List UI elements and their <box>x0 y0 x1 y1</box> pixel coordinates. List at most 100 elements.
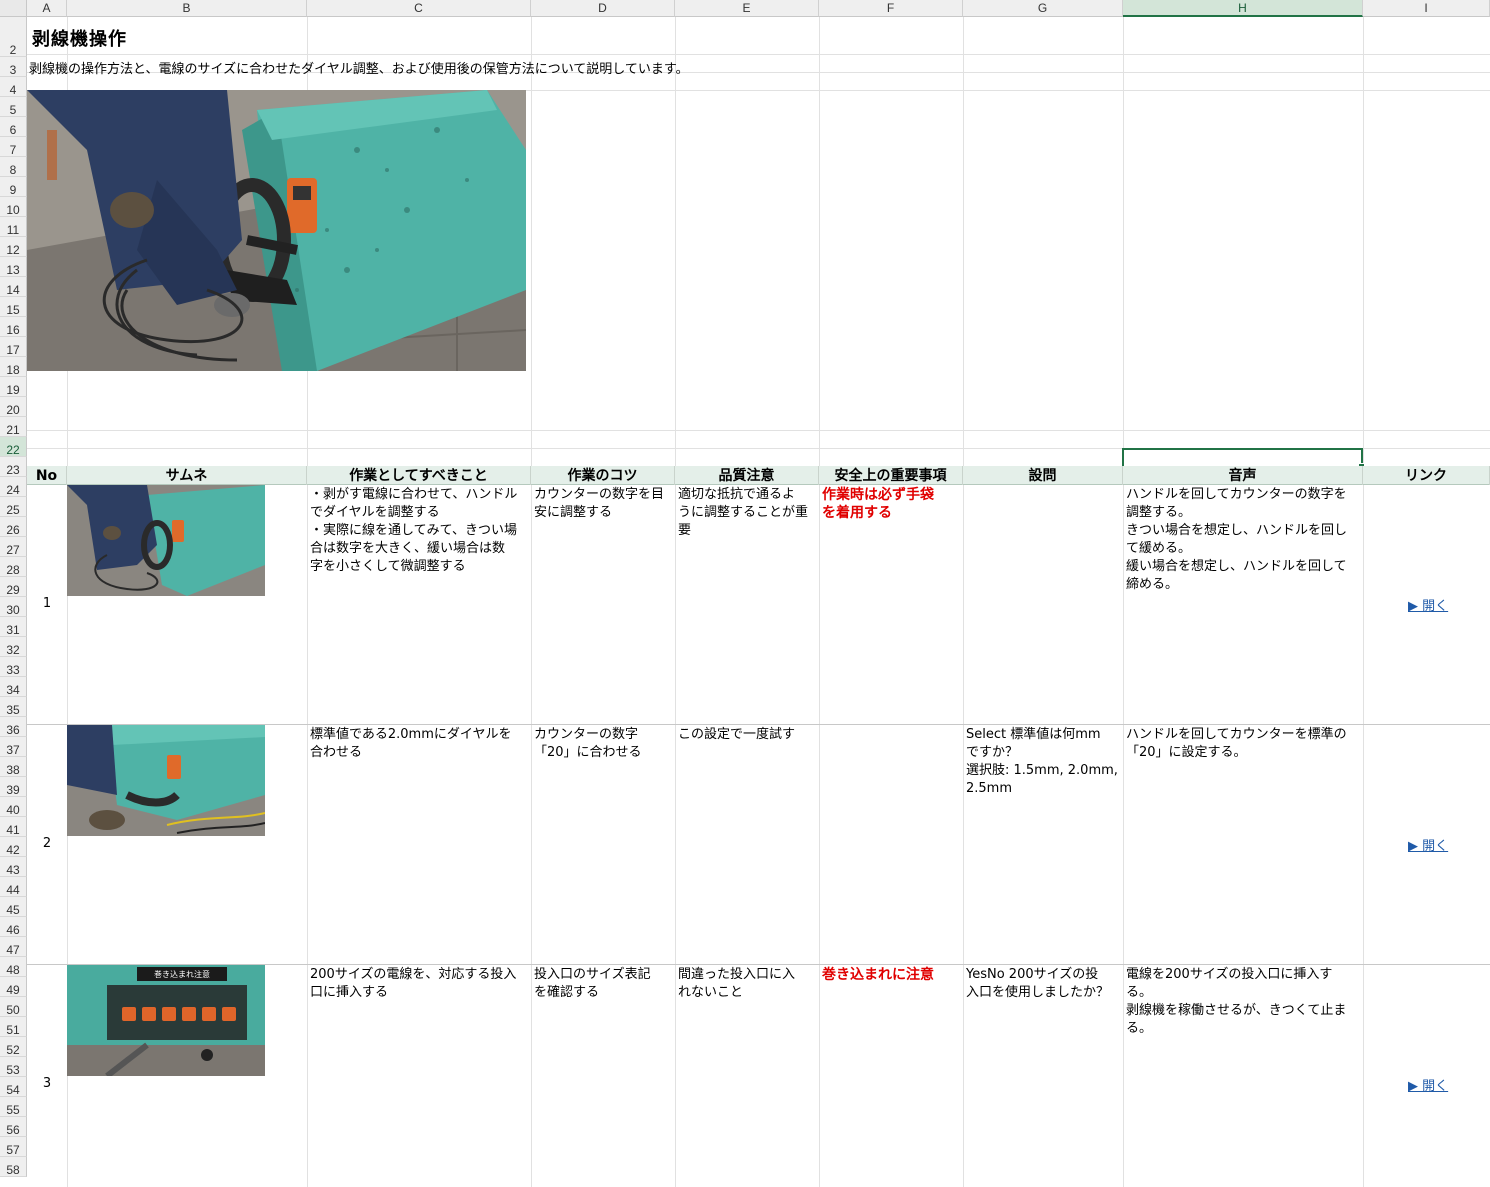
step-2-task-line: 標準値である2.0mmにダイヤルを <box>310 727 512 742</box>
row-header-44[interactable]: 44 <box>0 877 27 897</box>
row-header-18[interactable]: 18 <box>0 357 27 377</box>
row-header-25[interactable]: 25 <box>0 497 27 517</box>
row-header-48[interactable]: 48 <box>0 957 27 977</box>
step-3-safety-cell[interactable]: 巻き込まれに注意 <box>819 965 963 1187</box>
step-2-open-link[interactable]: ▶ 開く <box>1408 835 1448 854</box>
step-2-task-line: 合わせる <box>310 745 363 760</box>
step-3-question-cell[interactable]: YesNo 200サイズの投 入口を使用しましたか？ <box>963 965 1123 1187</box>
row-header-49[interactable]: 49 <box>0 977 27 997</box>
row-header-28[interactable]: 28 <box>0 557 27 577</box>
step-2-safety-cell[interactable] <box>819 725 963 963</box>
step-1-audio-cell[interactable]: ハンドルを回してカウンターの数字を 調整する。 きつい場合を想定し、ハンドルを回して… <box>1123 485 1363 723</box>
step-2-tips-cell[interactable]: カウンターの数字 「20」に合わせる <box>531 725 675 963</box>
step-1-quality-cell[interactable]: 適切な抵抗で通るよ うに調整することが重要 <box>675 485 819 723</box>
step-2-audio-cell[interactable]: ハンドルを回してカウンターを標準の 「20」に設定する。 <box>1123 725 1363 963</box>
column-header-f[interactable]: F <box>819 0 963 17</box>
row-header-43[interactable]: 43 <box>0 857 27 877</box>
row-header-6[interactable]: 6 <box>0 117 27 137</box>
step-1-task-cell[interactable]: ・剥がす電線に合わせて、ハンドル でダイヤルを調整する ・実際に線を通してみて、きつ… <box>307 485 531 723</box>
row-header-14[interactable]: 14 <box>0 277 27 297</box>
row-header-10[interactable]: 10 <box>0 197 27 217</box>
row-header-24[interactable]: 24 <box>0 477 27 497</box>
selected-cell-h22[interactable] <box>1122 448 1365 470</box>
select-all-corner[interactable] <box>0 0 27 17</box>
row-header-16[interactable]: 16 <box>0 317 27 337</box>
column-header-e[interactable]: E <box>675 0 819 17</box>
row-header-3[interactable]: 3 <box>0 57 27 77</box>
row-header-33[interactable]: 33 <box>0 657 27 677</box>
row-header-11[interactable]: 11 <box>0 217 27 237</box>
row-header-8[interactable]: 8 <box>0 157 27 177</box>
row-header-7[interactable]: 7 <box>0 137 27 157</box>
row-header-46[interactable]: 46 <box>0 917 27 937</box>
step-3-quality-cell[interactable]: 間違った投入口に入 れないこと <box>675 965 819 1187</box>
step-1-safety-cell[interactable]: 作業時は必ず手袋 を着用する <box>819 485 963 723</box>
row-header-17[interactable]: 17 <box>0 337 27 357</box>
row-header-53[interactable]: 53 <box>0 1057 27 1077</box>
row-header-20[interactable]: 20 <box>0 397 27 417</box>
row-header-12[interactable]: 12 <box>0 237 27 257</box>
step-1-open-link[interactable]: ▶ 開く <box>1408 595 1448 614</box>
step-3-audio-line: る。 <box>1126 1021 1153 1036</box>
row-header-52[interactable]: 52 <box>0 1037 27 1057</box>
row-header-57[interactable]: 57 <box>0 1137 27 1157</box>
step-3-audio-cell[interactable]: 電線を200サイズの投入口に挿入す る。 剥線機を稼働させるが、きつくて止ま る。 <box>1123 965 1363 1187</box>
step-3-tips-cell[interactable]: 投入口のサイズ表記 を確認する <box>531 965 675 1187</box>
step-3-task-cell[interactable]: 200サイズの電線を、対応する投入 口に挿入する <box>307 965 531 1187</box>
header-no: No <box>27 466 67 485</box>
row-header-26[interactable]: 26 <box>0 517 27 537</box>
row-header-51[interactable]: 51 <box>0 1017 27 1037</box>
column-header-i[interactable]: I <box>1363 0 1490 17</box>
row-header-36[interactable]: 36 <box>0 717 27 737</box>
column-header-a[interactable]: A <box>27 0 67 17</box>
step-1-question-cell[interactable] <box>963 485 1123 723</box>
row-header-9[interactable]: 9 <box>0 177 27 197</box>
column-header-g[interactable]: G <box>963 0 1123 17</box>
column-header-d[interactable]: D <box>531 0 675 17</box>
row-header-37[interactable]: 37 <box>0 737 27 757</box>
row-header-50[interactable]: 50 <box>0 997 27 1017</box>
step-1-thumbnail[interactable] <box>67 485 265 596</box>
row-header-19[interactable]: 19 <box>0 377 27 397</box>
step-1-safety-line: 作業時は必ず手袋 <box>822 487 934 503</box>
row-header-13[interactable]: 13 <box>0 257 27 277</box>
row-header-2[interactable]: 2 <box>0 37 27 57</box>
row-header-5[interactable]: 5 <box>0 97 27 117</box>
step-2-audio-line: 「20」に設定する。 <box>1126 745 1247 760</box>
row-header-58[interactable]: 58 <box>0 1157 27 1177</box>
row-header-45[interactable]: 45 <box>0 897 27 917</box>
step-3-open-link[interactable]: ▶ 開く <box>1408 1075 1448 1094</box>
row-header-42[interactable]: 42 <box>0 837 27 857</box>
step-2-quality-cell[interactable]: この設定で一度試す <box>675 725 819 963</box>
row-header-27[interactable]: 27 <box>0 537 27 557</box>
step-3-thumbnail[interactable]: 巻き込まれ注意 <box>67 965 265 1076</box>
row-header-22[interactable]: 22 <box>0 437 27 457</box>
row-header-34[interactable]: 34 <box>0 677 27 697</box>
step-3-tips-line: を確認する <box>534 985 600 1000</box>
step-2-thumbnail[interactable] <box>67 725 265 836</box>
row-header-21[interactable]: 21 <box>0 417 27 437</box>
step-2-task-cell[interactable]: 標準値である2.0mmにダイヤルを 合わせる <box>307 725 531 963</box>
row-header-31[interactable]: 31 <box>0 617 27 637</box>
row-header-41[interactable]: 41 <box>0 817 27 837</box>
row-header-54[interactable]: 54 <box>0 1077 27 1097</box>
row-header-15[interactable]: 15 <box>0 297 27 317</box>
row-header-40[interactable]: 40 <box>0 797 27 817</box>
step-1-tips-cell[interactable]: カウンターの数字を目 安に調整する <box>531 485 675 723</box>
row-header-4[interactable]: 4 <box>0 77 27 97</box>
row-header-35[interactable]: 35 <box>0 697 27 717</box>
row-header-55[interactable]: 55 <box>0 1097 27 1117</box>
row-header-56[interactable]: 56 <box>0 1117 27 1137</box>
column-header-h[interactable]: H <box>1123 0 1363 17</box>
main-machine-photo[interactable] <box>27 90 526 371</box>
row-header-32[interactable]: 32 <box>0 637 27 657</box>
row-header-47[interactable]: 47 <box>0 937 27 957</box>
row-header-23[interactable]: 23 <box>0 457 27 477</box>
column-header-c[interactable]: C <box>307 0 531 17</box>
row-header-29[interactable]: 29 <box>0 577 27 597</box>
row-header-39[interactable]: 39 <box>0 777 27 797</box>
step-2-question-cell[interactable]: Select 標準値は何mm ですか？ 選択肢: 1.5mm, 2.0mm, 2.5m… <box>963 725 1123 963</box>
row-header-38[interactable]: 38 <box>0 757 27 777</box>
column-header-b[interactable]: B <box>67 0 307 17</box>
row-header-30[interactable]: 30 <box>0 597 27 617</box>
